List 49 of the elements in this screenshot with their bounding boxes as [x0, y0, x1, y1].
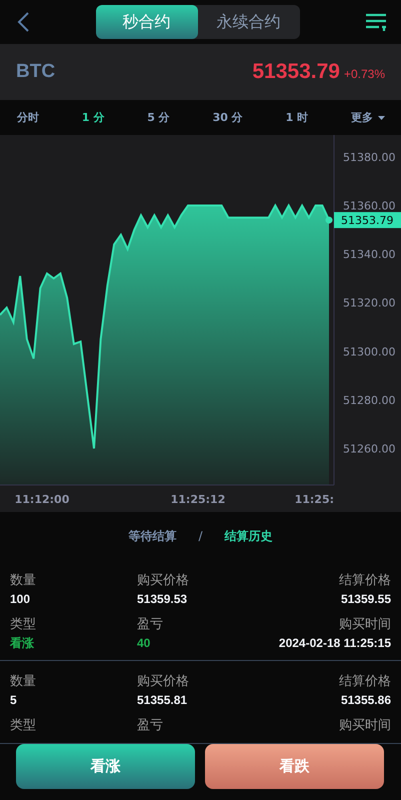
field-value: 100: [10, 592, 30, 607]
interval-tab[interactable]: 5 分: [147, 110, 170, 125]
y-axis-label: 51280.00: [343, 394, 396, 407]
symbol: BTC: [16, 61, 56, 83]
field-label: 类型: [10, 717, 36, 734]
field-value: 51359.53: [137, 592, 188, 607]
field-value: 40: [137, 636, 150, 651]
field-label: 数量: [10, 673, 36, 690]
y-axis-label: 51380.00: [343, 150, 396, 164]
interval-tab[interactable]: 1 分: [82, 110, 104, 125]
menu-icon[interactable]: [365, 12, 387, 32]
x-axis-label: 11:12:00: [14, 493, 70, 506]
price-tag: 51353.79: [334, 212, 401, 228]
field-label: 购买价格: [137, 673, 189, 690]
record-tab[interactable]: 结算历史: [224, 528, 273, 544]
interval-tab[interactable]: 更多: [350, 110, 385, 125]
y-axis-label: 51260.00: [343, 442, 396, 456]
record-tab[interactable]: 等待结算: [128, 528, 176, 544]
tab-separator: /: [198, 529, 203, 543]
field-value: 51355.86: [340, 693, 391, 708]
field-value: 5: [10, 693, 17, 708]
field-label: 购买时间: [339, 717, 391, 734]
y-axis-label: 51360.00: [343, 199, 396, 212]
field-label: 结算价格: [339, 673, 391, 690]
contract-tab[interactable]: 永续合约: [198, 5, 300, 39]
interval-tab[interactable]: 1 时: [286, 110, 308, 125]
field-label: 盈亏: [137, 616, 163, 633]
field-label: 购买时间: [339, 616, 391, 633]
x-axis-label: 11:25:: [294, 493, 334, 506]
field-label: 盈亏: [137, 717, 163, 734]
back-icon[interactable]: [16, 11, 30, 33]
field-value: 51359.55: [340, 592, 391, 607]
field-label: 数量: [10, 572, 36, 589]
field-value: 51355.81: [137, 693, 188, 708]
x-axis-label: 11:25:12: [170, 493, 226, 506]
field-value: 2024-02-18 11:25:15: [278, 636, 391, 651]
field-value: 看涨: [10, 636, 34, 651]
y-axis-label: 51340.00: [343, 248, 396, 262]
interval-tab[interactable]: 分时: [17, 110, 39, 125]
y-axis-label: 51320.00: [343, 296, 396, 310]
field-label: 结算价格: [339, 572, 391, 589]
caret-icon: [378, 116, 385, 120]
field-label: 类型: [10, 616, 36, 633]
y-axis-label: 51300.00: [343, 345, 396, 358]
interval-tab[interactable]: 30 分: [212, 110, 243, 125]
last-price: 51353.79: [252, 60, 340, 84]
last-point-marker: [326, 216, 332, 224]
price-change: +0.73%: [344, 67, 385, 81]
field-label: 购买价格: [137, 572, 189, 589]
